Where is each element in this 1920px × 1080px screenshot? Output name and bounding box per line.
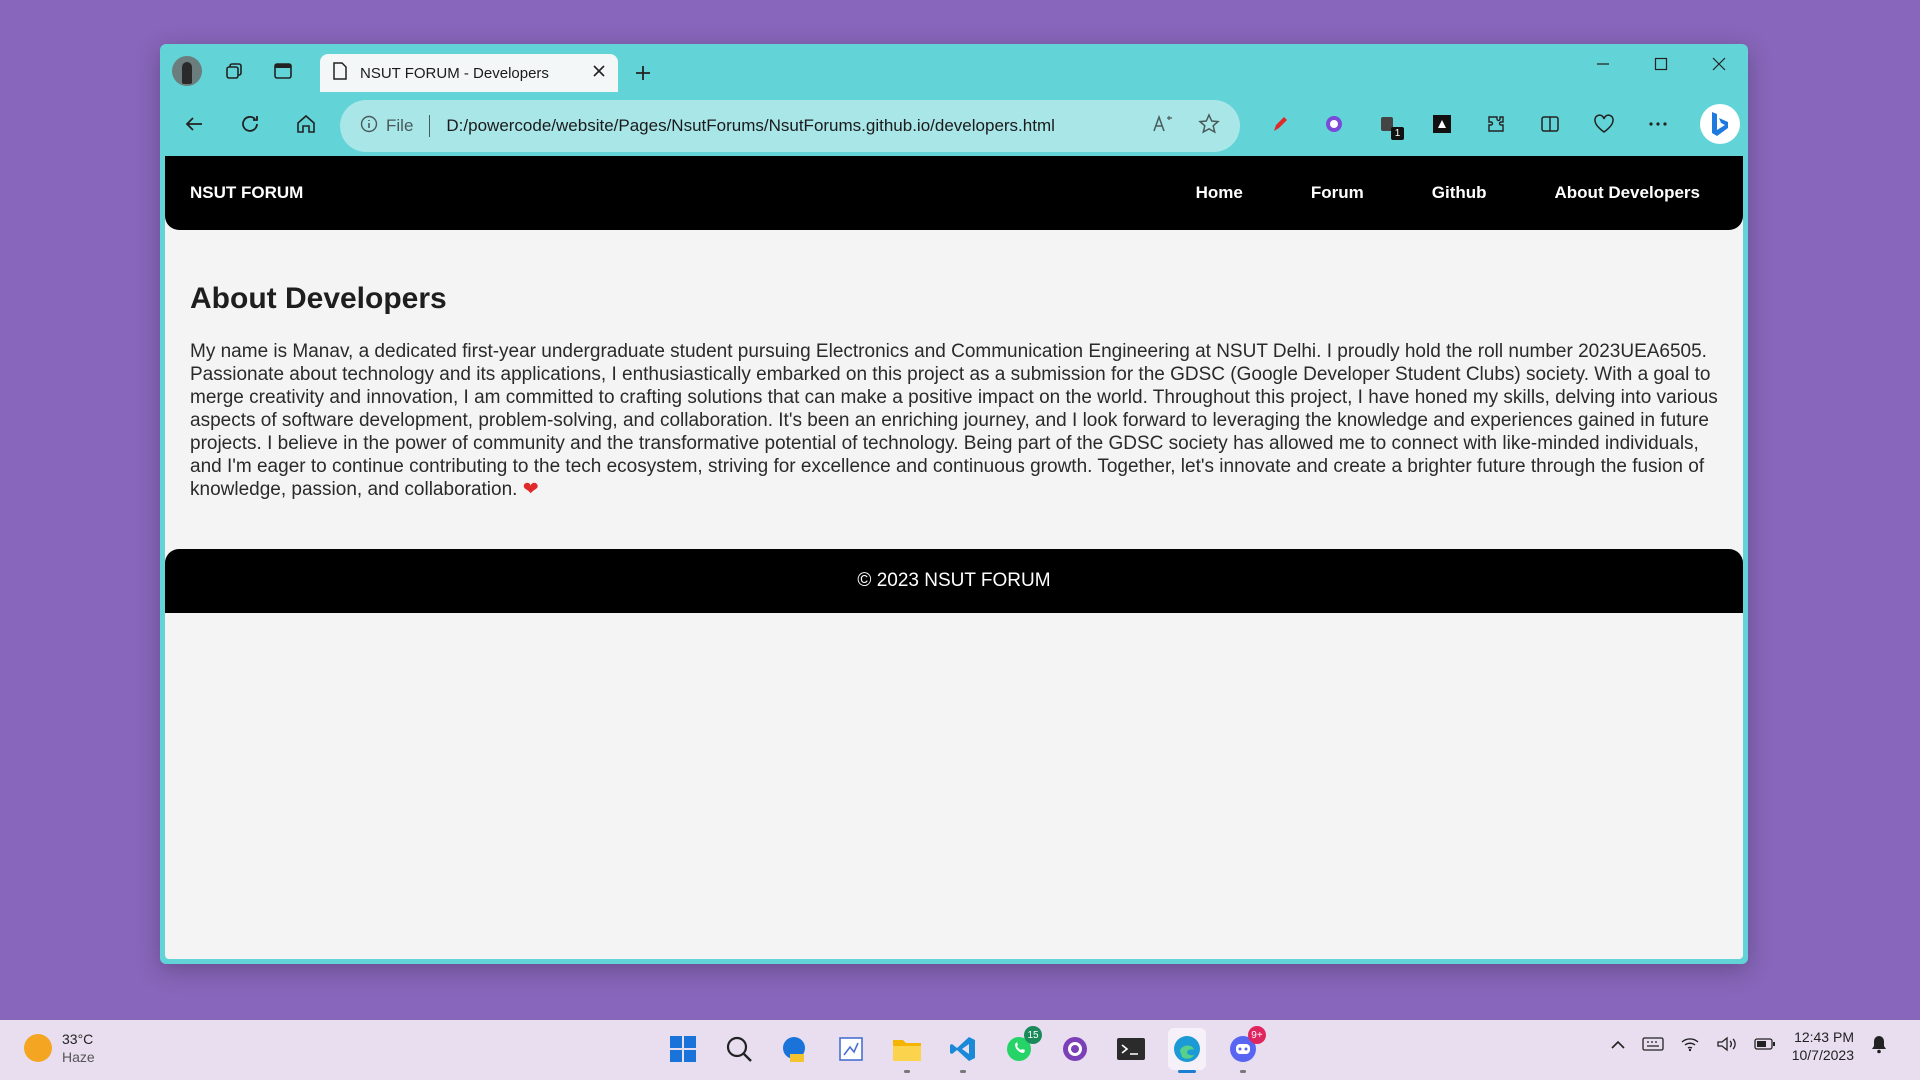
back-arrow-icon[interactable] (176, 106, 212, 142)
close-tab-icon[interactable] (592, 64, 606, 83)
whatsapp-badge: 15 (1024, 1026, 1042, 1044)
about-text: My name is Manav, a dedicated first-year… (190, 341, 1718, 500)
file-explorer-icon[interactable] (888, 1028, 926, 1073)
running-indicator (960, 1070, 966, 1073)
keyboard-icon[interactable] (1642, 1036, 1664, 1057)
vscode-icon[interactable] (944, 1028, 982, 1073)
discord-icon[interactable]: 9+ (1224, 1026, 1266, 1073)
purple-extension-icon[interactable] (1316, 106, 1352, 142)
discord-badge: 9+ (1248, 1026, 1266, 1044)
page-viewport: NSUT FORUM Home Forum Github About Devel… (165, 156, 1743, 959)
nav-link-about-developers[interactable]: About Developers (1555, 183, 1700, 203)
read-aloud-icon[interactable] (1152, 114, 1174, 138)
browser-toolbar: File D:/powercode/website/Pages/NsutForu… (160, 98, 1748, 152)
site-footer: © 2023 NSUT FORUM (165, 549, 1743, 613)
extension-badge: 1 (1391, 127, 1404, 140)
edge-browser-icon[interactable] (1168, 1028, 1206, 1073)
search-icon[interactable] (720, 1028, 758, 1070)
tab-bar: NSUT FORUM - Developers (160, 44, 1748, 98)
tab-title: NSUT FORUM - Developers (360, 64, 549, 82)
profile-avatar[interactable] (172, 56, 202, 86)
nav-link-github[interactable]: Github (1432, 183, 1487, 203)
weather-temp: 33°C (62, 1031, 94, 1047)
address-separator (429, 115, 431, 137)
address-actions (1152, 112, 1220, 140)
sun-haze-icon (24, 1034, 52, 1062)
nav-link-forum[interactable]: Forum (1311, 183, 1364, 203)
page-heading: About Developers (190, 282, 447, 315)
github-desktop-icon[interactable] (1056, 1028, 1094, 1070)
refresh-icon[interactable] (232, 106, 268, 142)
battery-icon[interactable] (1754, 1037, 1776, 1056)
tab-active[interactable]: NSUT FORUM - Developers (320, 54, 618, 92)
vertical-tabs-icon[interactable] (268, 56, 298, 86)
nav-buttons (176, 106, 324, 142)
minimize-button[interactable] (1574, 44, 1632, 84)
wifi-icon[interactable] (1680, 1036, 1700, 1057)
dark-box-extension-icon[interactable] (1424, 106, 1460, 142)
terminal-icon[interactable] (1112, 1028, 1150, 1070)
tab-bar-left (172, 56, 298, 86)
chevron-up-icon[interactable] (1610, 1037, 1626, 1055)
maximize-button[interactable] (1632, 44, 1690, 84)
address-bar[interactable]: File D:/powercode/website/Pages/NsutForu… (340, 100, 1240, 152)
start-button[interactable] (664, 1028, 702, 1070)
clock-time: 12:43 PM (1794, 1029, 1854, 1045)
running-indicator (904, 1070, 910, 1073)
weather-desc: Haze (62, 1049, 95, 1065)
more-menu-icon[interactable] (1640, 106, 1676, 142)
outlook-preview-icon[interactable] (776, 1028, 814, 1070)
favorite-star-icon[interactable] (1198, 112, 1220, 140)
system-tray: 12:43 PM 10/7/2023 (1610, 1028, 1888, 1064)
weather-widget[interactable]: 33°C Haze (24, 1030, 95, 1066)
heart-emoji: ❤ (522, 479, 539, 500)
workspaces-icon[interactable] (220, 56, 250, 86)
close-window-button[interactable] (1690, 44, 1748, 84)
footer-copyright: © 2023 NSUT FORUM (857, 570, 1051, 591)
bing-copilot-icon[interactable] (1700, 104, 1740, 144)
about-paragraph: My name is Manav, a dedicated first-year… (190, 340, 1720, 501)
taskbar: 33°C Haze 15 9+ 12:43 PM 10/7/2023 (0, 1020, 1920, 1080)
address-scheme-label: File (386, 116, 414, 135)
extensions-puzzle-icon[interactable] (1478, 106, 1514, 142)
paint-app-icon[interactable] (832, 1028, 870, 1070)
nav-link-home[interactable]: Home (1196, 183, 1243, 203)
page-icon (332, 61, 348, 85)
clock-date: 10/7/2023 (1791, 1047, 1854, 1063)
site-nav-links: Home Forum Github About Developers (1196, 183, 1718, 203)
site-navbar: NSUT FORUM Home Forum Github About Devel… (165, 156, 1743, 230)
home-icon[interactable] (288, 106, 324, 142)
browser-window: NSUT FORUM - Developers File D:/powercod… (160, 44, 1748, 964)
main-content: About Developers My name is Manav, a ded… (190, 282, 1730, 501)
new-tab-button[interactable] (628, 58, 658, 88)
weather-text: 33°C Haze (62, 1030, 95, 1066)
pen-extension-icon[interactable] (1262, 106, 1298, 142)
url-text[interactable]: D:/powercode/website/Pages/NsutForums/Ns… (446, 116, 1152, 136)
extensions-row: 1 (1262, 106, 1676, 142)
active-indicator (1178, 1070, 1196, 1073)
whatsapp-icon[interactable]: 15 (1000, 1026, 1042, 1070)
taskbar-apps: 15 9+ (664, 1026, 1266, 1073)
notification-bell-icon[interactable] (1870, 1034, 1888, 1059)
split-screen-icon[interactable] (1532, 106, 1568, 142)
clipboard-extension-icon[interactable]: 1 (1370, 106, 1406, 142)
volume-icon[interactable] (1716, 1036, 1738, 1057)
window-controls (1574, 44, 1748, 84)
clock[interactable]: 12:43 PM 10/7/2023 (1792, 1028, 1854, 1064)
info-icon[interactable] (360, 115, 378, 138)
running-indicator (1240, 1070, 1246, 1073)
site-brand[interactable]: NSUT FORUM (190, 183, 1196, 203)
browser-essentials-icon[interactable] (1586, 106, 1622, 142)
